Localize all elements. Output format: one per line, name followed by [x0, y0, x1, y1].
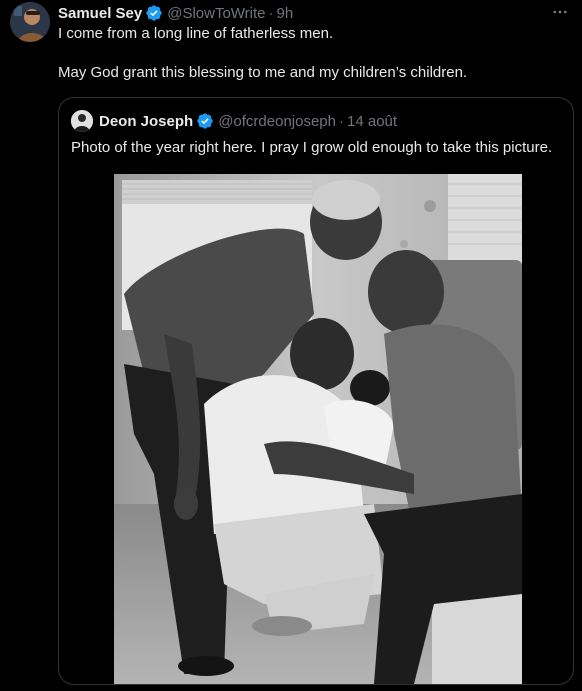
tweet-text-line-1: I come from a long line of fatherless me… — [58, 25, 334, 42]
quoted-avatar-image — [71, 110, 93, 132]
quoted-author-name: Deon Joseph — [99, 112, 194, 130]
quoted-author-handle: @ofcrdeonjoseph — [218, 112, 336, 130]
quoted-tweet-date: 14 août — [347, 112, 398, 130]
quoted-tweet-photo[interactable] — [114, 174, 522, 684]
tweet-time[interactable]: 9h — [277, 5, 294, 22]
separator-dot: · — [268, 4, 274, 22]
tweet-header: Samuel Sey @SlowToWrite · 9h — [58, 3, 293, 23]
author-name[interactable]: Samuel Sey — [58, 5, 142, 22]
more-horizontal-icon — [553, 10, 567, 14]
avatar-image — [10, 2, 50, 42]
tweet[interactable]: Samuel Sey @SlowToWrite · 9h I come from… — [0, 0, 582, 691]
more-options-button[interactable] — [548, 3, 572, 21]
tweet-text-line-2: May God grant this blessing to me and my… — [58, 64, 468, 81]
family-photo-image — [114, 174, 522, 684]
verified-badge-icon — [146, 5, 162, 21]
quoted-tweet[interactable]: Deon Joseph @ofcrdeonjoseph · 14 août Ph… — [58, 97, 574, 685]
separator-dot: · — [339, 112, 344, 130]
tweet-text: I come from a long line of fatherless me… — [58, 24, 568, 82]
author-handle[interactable]: @SlowToWrite — [167, 5, 265, 22]
quoted-tweet-text: Photo of the year right here. I pray I g… — [71, 139, 553, 156]
quoted-tweet-header: Deon Joseph @ofcrdeonjoseph · 14 août — [71, 110, 397, 132]
quoted-author-avatar — [71, 110, 93, 132]
verified-badge-icon — [197, 113, 213, 129]
author-avatar[interactable] — [10, 2, 50, 42]
